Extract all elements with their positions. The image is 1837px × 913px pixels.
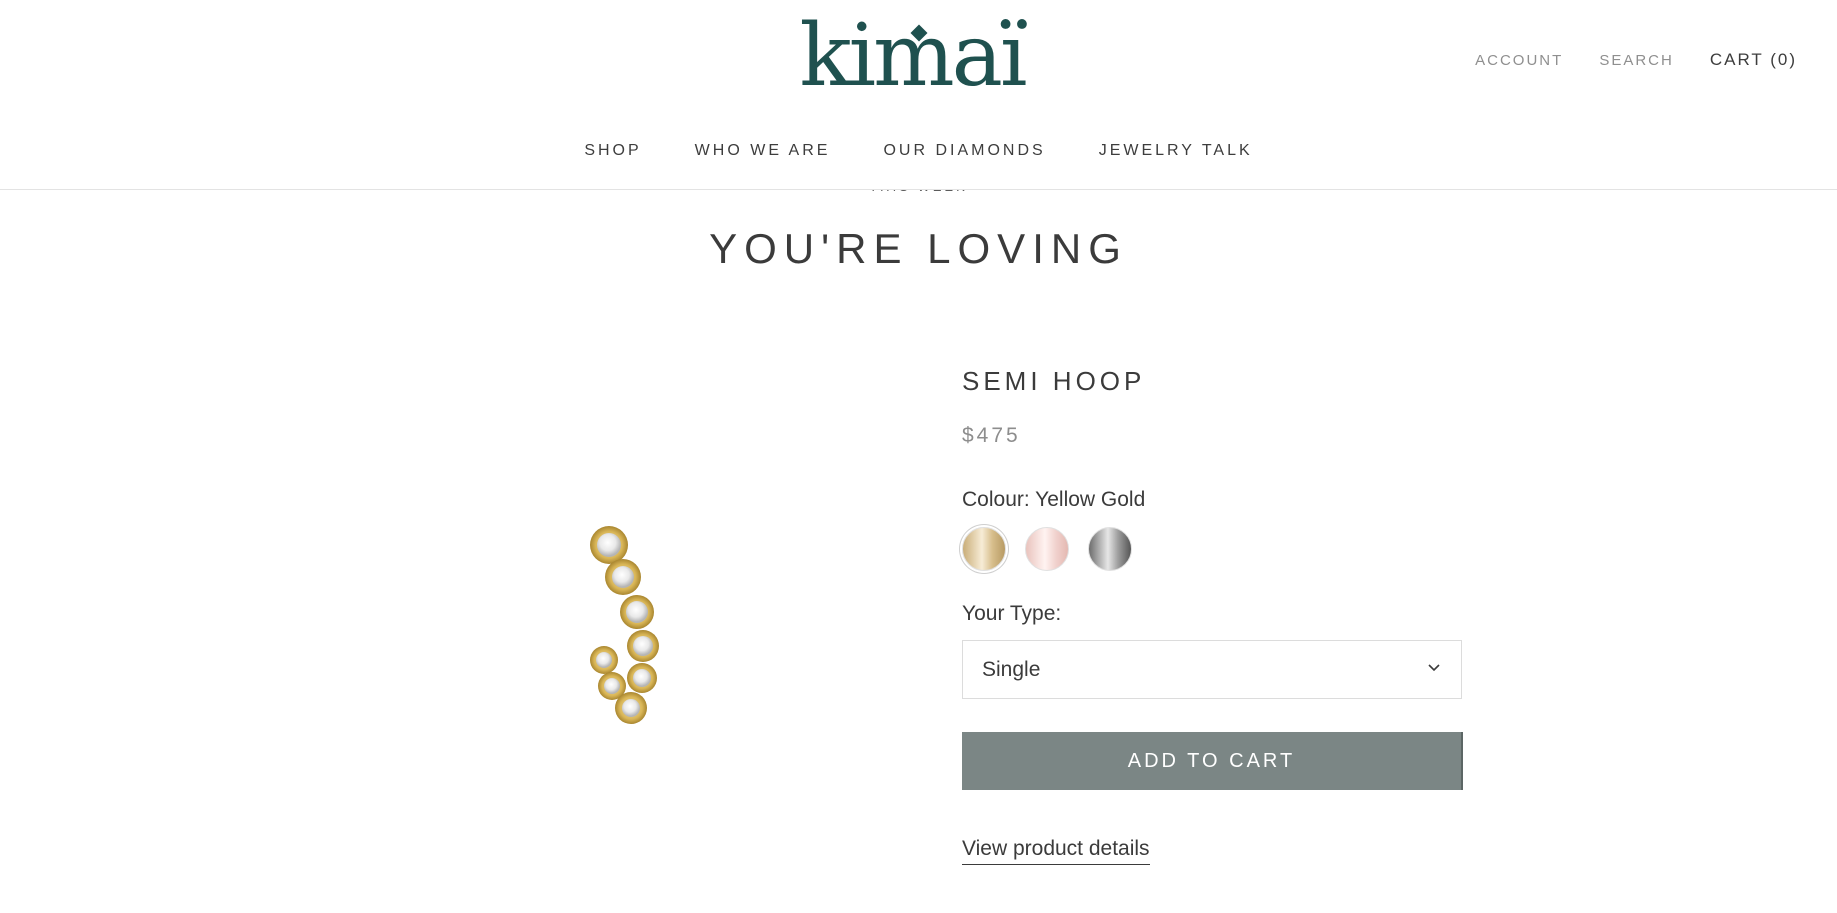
swatch-rose-gold[interactable] bbox=[1025, 527, 1069, 571]
account-link[interactable]: ACCOUNT bbox=[1475, 52, 1563, 69]
nav-item-shop[interactable]: SHOP bbox=[584, 142, 641, 160]
site-header: kima ï ACCOUNT SEARCH CART (0) SHOP WHO W… bbox=[0, 0, 1837, 190]
cart-link[interactable]: CART (0) bbox=[1710, 50, 1797, 70]
nav-item-who-we-are[interactable]: WHO WE ARE bbox=[695, 142, 831, 160]
earring-image bbox=[590, 526, 659, 724]
product-title: SEMI HOOP bbox=[962, 366, 1146, 396]
colour-label: Colour: Yellow Gold bbox=[962, 488, 1146, 511]
nav-item-our-diamonds[interactable]: OUR DIAMONDS bbox=[883, 142, 1045, 160]
header-utility-links: ACCOUNT SEARCH CART (0) bbox=[1475, 50, 1797, 70]
product-price: $475 bbox=[962, 424, 1021, 447]
type-label: Your Type: bbox=[962, 602, 1062, 625]
brand-logo[interactable]: kima ï bbox=[786, 12, 1038, 100]
type-select-value: Single bbox=[982, 657, 1041, 681]
main-nav: SHOP WHO WE ARE OUR DIAMONDS JEWELRY TAL… bbox=[0, 142, 1837, 160]
swatch-yellow-gold[interactable] bbox=[962, 527, 1006, 571]
search-link[interactable]: SEARCH bbox=[1599, 52, 1674, 69]
colour-swatches bbox=[962, 527, 1132, 571]
view-product-details-link[interactable]: View product details bbox=[962, 837, 1150, 865]
nav-item-jewelry-talk[interactable]: JEWELRY TALK bbox=[1099, 142, 1253, 160]
chevron-down-icon bbox=[1428, 664, 1440, 672]
logo-i-glyph: ï bbox=[999, 6, 1027, 106]
type-select[interactable]: Single bbox=[962, 640, 1462, 699]
swatch-white-gold[interactable] bbox=[1088, 527, 1132, 571]
section-title: YOU'RE LOVING bbox=[709, 225, 1128, 272]
logo-text: kima bbox=[799, 6, 1003, 106]
add-to-cart-button[interactable]: ADD TO CART bbox=[962, 732, 1463, 790]
product-image[interactable] bbox=[577, 518, 667, 733]
